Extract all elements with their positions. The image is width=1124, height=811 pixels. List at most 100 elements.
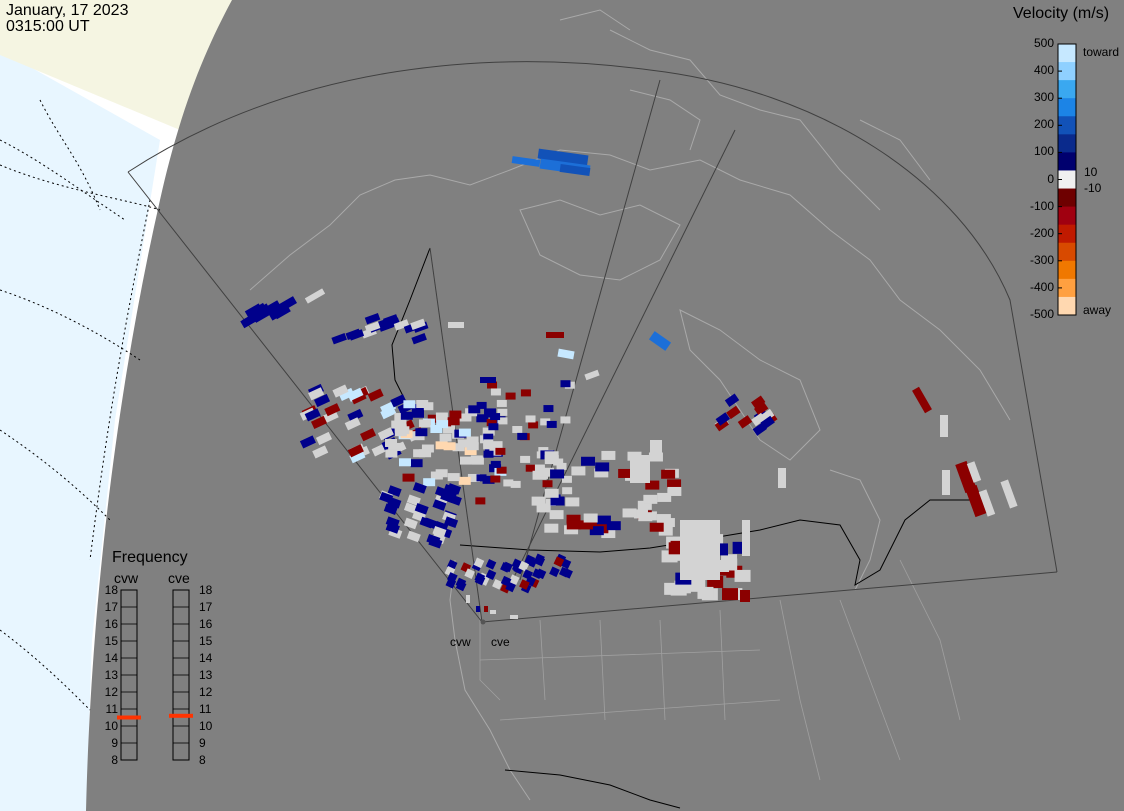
frequency-scale-label: 9: [199, 736, 206, 750]
velocity-cell: [415, 428, 428, 437]
velocity-cell: [496, 399, 507, 407]
site-label-west: cvw: [450, 635, 471, 649]
velocity-cell: [402, 473, 415, 482]
velocity-cell: [495, 447, 506, 455]
velocity-cell: [721, 588, 738, 601]
velocity-cell: [439, 433, 452, 442]
velocity-cell: [583, 513, 598, 523]
frequency-scale-label: 16: [104, 617, 118, 631]
frequency-title: Frequency: [112, 549, 188, 566]
velocity-cell: [488, 423, 499, 431]
velocity-cell: [630, 455, 650, 483]
colorbar-tick-label: 400: [1033, 63, 1054, 78]
velocity-cell: [490, 610, 496, 614]
velocity-cell: [385, 449, 398, 458]
velocity-cell: [476, 606, 480, 612]
velocity-cell: [656, 514, 671, 524]
velocity-cell: [734, 569, 751, 582]
frequency-scale-label: 17: [104, 600, 118, 614]
velocity-cell: [525, 464, 536, 472]
frequency-scale-label: 10: [104, 719, 118, 733]
velocity-cell: [565, 497, 580, 507]
velocity-cell: [435, 412, 448, 421]
velocity-cell: [505, 392, 516, 400]
frequency-marker: [117, 715, 141, 720]
velocity-cell: [649, 522, 664, 532]
radar-map-view: January, 17 2023 0315:00 UT Velocity (m/…: [0, 0, 1124, 811]
frequency-scale-label: 12: [199, 685, 213, 699]
frequency-scale-label: 11: [105, 702, 118, 716]
velocity-cell: [581, 456, 596, 466]
velocity-cell: [517, 432, 528, 440]
site-marker-icon: [480, 619, 486, 625]
velocity-cell: [423, 478, 436, 487]
frequency-scale-label: 15: [199, 634, 213, 648]
velocity-cell: [742, 520, 750, 556]
colorbar-neg-label: -10: [1084, 181, 1102, 195]
velocity-cell: [416, 400, 429, 409]
velocity-cell: [601, 450, 616, 460]
velocity-cell: [740, 590, 750, 602]
velocity-cell: [457, 439, 470, 448]
colorbar-tick-label: 300: [1033, 90, 1054, 105]
velocity-cell: [510, 615, 518, 619]
frequency-scale-label: 9: [111, 736, 118, 750]
velocity-cell: [435, 441, 448, 450]
velocity-cell: [606, 521, 621, 531]
velocity-cell: [385, 438, 398, 447]
colorbar-segment: [1058, 134, 1076, 153]
velocity-cell: [520, 455, 531, 463]
colorbar-tick-label: -400: [1029, 279, 1054, 294]
velocity-cell: [544, 488, 559, 498]
velocity-cell: [458, 476, 471, 485]
colorbar-segment: [1058, 98, 1076, 117]
frequency-scale-label: 8: [111, 753, 118, 767]
colorbar-tick-label: 100: [1033, 144, 1054, 159]
velocity-cell: [560, 380, 571, 388]
frequency-scale-label: 12: [104, 685, 118, 699]
frequency-scale-label: 11: [199, 702, 212, 716]
velocity-cell: [650, 440, 662, 460]
velocity-cell: [475, 497, 486, 505]
velocity-cell: [697, 586, 714, 599]
velocity-cell: [490, 388, 501, 396]
velocity-cell: [476, 401, 487, 409]
velocity-cell: [550, 469, 565, 479]
velocity-cell: [483, 439, 494, 447]
colorbar-tick-label: -200: [1029, 225, 1054, 240]
frequency-scale-label: 14: [199, 651, 213, 665]
velocity-cell: [661, 469, 676, 479]
frequency-scale-label: 17: [199, 600, 213, 614]
colorbar-title: Velocity (m/s): [1013, 5, 1110, 22]
velocity-cell: [667, 486, 682, 496]
colorbar-away-label: away: [1083, 303, 1112, 317]
velocity-cell: [544, 523, 559, 533]
colorbar-segment: [1058, 44, 1076, 63]
frequency-scale-label: 8: [199, 753, 206, 767]
colorbar-segment: [1058, 188, 1076, 208]
frequency-scale-label: 13: [104, 668, 118, 682]
time-label: 0315:00 UT: [6, 18, 90, 35]
velocity-cell: [940, 415, 948, 437]
velocity-cell: [490, 460, 501, 468]
frequency-scale-label: 16: [199, 617, 213, 631]
velocity-cell: [410, 459, 423, 468]
velocity-cell: [459, 456, 472, 465]
colorbar-toward-label: toward: [1083, 45, 1120, 59]
frequency-scale-label: 15: [104, 634, 118, 648]
velocity-cell: [411, 409, 424, 418]
velocity-cell: [546, 420, 557, 428]
velocity-cell: [398, 458, 411, 467]
velocity-cell: [503, 479, 514, 487]
date-label: January, 17 2023: [6, 2, 129, 19]
velocity-cell: [560, 416, 571, 424]
velocity-cell: [643, 494, 658, 504]
colorbar-pos-label: 10: [1084, 165, 1098, 179]
velocity-cell: [480, 377, 496, 383]
velocity-cell: [470, 455, 483, 464]
velocity-cell: [483, 450, 494, 458]
velocity-cell: [466, 595, 470, 603]
velocity-cell: [622, 508, 637, 518]
velocity-cell: [484, 606, 488, 612]
velocity-cell: [448, 322, 464, 328]
